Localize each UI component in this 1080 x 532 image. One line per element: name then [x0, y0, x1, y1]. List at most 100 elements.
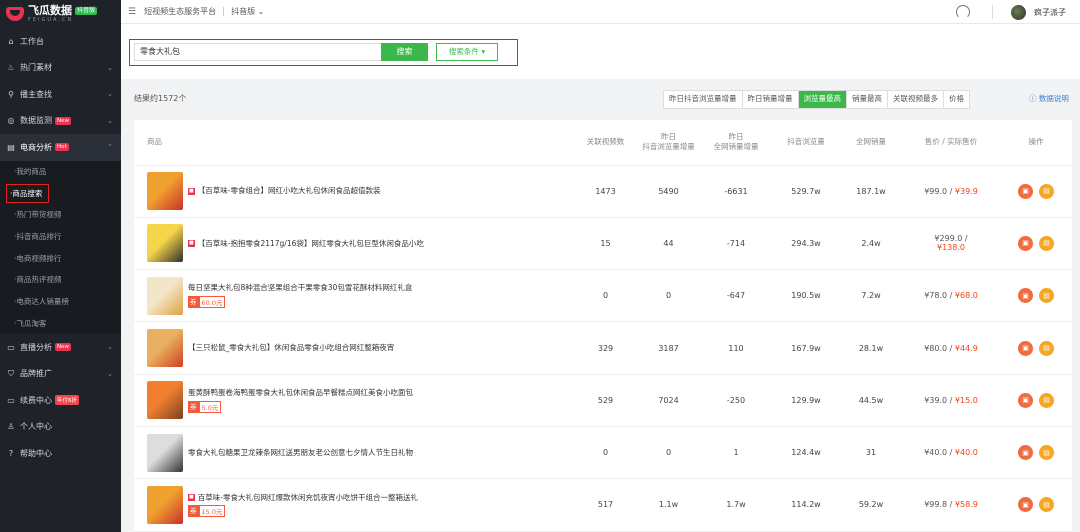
- analysis-icon[interactable]: ▤: [1039, 183, 1054, 199]
- shop-bag-icon[interactable]: ▣: [1018, 445, 1033, 461]
- sidebar-subitem[interactable]: ·热门带货视频: [0, 203, 121, 226]
- price-cell: ¥39.0 / ¥15.0: [902, 374, 1000, 427]
- product-cell: ■ 【百草味-零食组合】网红小吃大礼包休闲食品超值款装: [134, 165, 574, 218]
- sidebar-item[interactable]: ⛉ 品牌推广 ⌄: [0, 361, 121, 388]
- product-thumbnail[interactable]: [147, 485, 183, 524]
- sort-tab[interactable]: 昨日销量增量: [743, 91, 799, 108]
- avatar[interactable]: [1011, 4, 1026, 20]
- monitor-icon: ◎: [7, 116, 15, 126]
- table-row[interactable]: 每日坚果大礼包8种混合坚果组合干果零食30包雪花酥材料网红礼盒券 60.0元 0 0-…: [134, 269, 1072, 323]
- product-thumbnail[interactable]: [147, 381, 183, 420]
- analysis-icon[interactable]: ▤: [1039, 288, 1054, 304]
- analysis-icon[interactable]: ▤: [1039, 392, 1054, 408]
- search-input[interactable]: [134, 42, 382, 61]
- product-thumbnail[interactable]: [147, 224, 183, 263]
- shop-bag-icon[interactable]: ▣: [1018, 183, 1033, 199]
- shop-bag-icon[interactable]: ▣: [1018, 288, 1033, 304]
- shop-bag-icon[interactable]: ▣: [1018, 497, 1033, 513]
- coupon-value: 5.0元: [198, 400, 222, 413]
- product-title[interactable]: 蛋黄酥鸭蛋卷海鸭蛋零食大礼包休闲食品早餐糕点网红美食小吃面包: [188, 388, 413, 398]
- table-row[interactable]: ■ 百草味-零食大礼包网红爆款休闲充饥夜宵小吃饼干组合一整箱送礼券 15.0元 517…: [134, 478, 1072, 532]
- analysis-icon[interactable]: ▤: [1039, 340, 1054, 356]
- sidebar-item[interactable]: ◎ 数据监测 New ⌄: [0, 108, 121, 135]
- cell-sales: 44.5w: [840, 374, 902, 427]
- sidebar-item[interactable]: ⌂ 工作台: [0, 28, 121, 55]
- chevron-down-icon: ⌄: [107, 116, 113, 125]
- analysis-icon[interactable]: ▤: [1039, 497, 1054, 513]
- cell-sales-inc: -250: [700, 374, 772, 427]
- table-row[interactable]: 零食大礼包糖果卫龙辣条网红送男朋友老公创意七夕情人节生日礼物 0 0 1 124.4w 3…: [134, 426, 1072, 480]
- sidebar-subitem[interactable]: ·商品搜索: [0, 182, 121, 204]
- table-row[interactable]: ■ 【百草味-抱抱零食2117g/16袋】网红零食大礼包巨型休闲食品小吃 15 44-…: [134, 217, 1072, 271]
- brand-sub: FEIGUA.CN: [28, 17, 74, 23]
- sidebar-item[interactable]: ▭ 续费中心 年付6折: [0, 387, 121, 414]
- cell-views: 114.2w: [772, 478, 840, 532]
- edition-switcher[interactable]: 抖音版 ⌄: [231, 6, 264, 17]
- sort-tab[interactable]: 昨日抖音浏览量增量: [664, 91, 743, 108]
- product-title[interactable]: ■ 百草味-零食大礼包网红爆款休闲充饥夜宵小吃饼干组合一整箱送礼: [188, 493, 418, 503]
- divider: |: [222, 6, 226, 17]
- product-thumbnail[interactable]: [147, 172, 183, 211]
- sidebar-item[interactable]: ⚲ 播主查找 ⌄: [0, 81, 121, 108]
- sort-tab[interactable]: 关联视频最多: [888, 91, 944, 108]
- search-button[interactable]: 搜索: [381, 42, 428, 61]
- table-row[interactable]: ■ 【百草味-零食组合】网红小吃大礼包休闲食品超值款装 1473 5490 -6631 5…: [134, 165, 1072, 218]
- cell-sales-inc: -647: [700, 269, 772, 323]
- product-title[interactable]: ■ 【百草味-零食组合】网红小吃大礼包休闲食品超值款装: [188, 186, 380, 196]
- price-cell: ¥80.0 / ¥44.9: [902, 321, 1000, 375]
- product-thumbnail[interactable]: [147, 276, 183, 315]
- cell-sales-inc: 1: [700, 426, 772, 480]
- sidebar-item[interactable]: ▭ 直播分析 New ⌄: [0, 334, 121, 361]
- sidebar-subitem[interactable]: ·飞瓜淘客: [0, 312, 121, 334]
- analysis-icon[interactable]: ▤: [1039, 445, 1054, 461]
- tmall-badge-icon: ■: [188, 188, 195, 195]
- sort-tab[interactable]: 价格: [944, 91, 969, 108]
- product-thumbnail[interactable]: [147, 329, 183, 368]
- sidebar-item[interactable]: ♨ 热门素材 ⌄: [0, 55, 121, 82]
- menu-icon[interactable]: ☰: [128, 7, 136, 17]
- original-price: ¥99.0 /: [924, 186, 953, 196]
- product-title[interactable]: 每日坚果大礼包8种混合坚果组合干果零食30包雪花酥材料网红礼盒: [188, 283, 412, 293]
- search-box: 搜索 搜索条件 ▾: [129, 39, 518, 66]
- sidebar-item[interactable]: ♙ 个人中心: [0, 414, 121, 441]
- sidebar-subitem-label: 商品热评视频: [16, 275, 62, 285]
- data-help-link[interactable]: ⓘ 数据说明: [1029, 93, 1069, 104]
- original-price: ¥299.0 /: [934, 234, 968, 244]
- sidebar-subitem-label: 电商视频排行: [16, 253, 62, 263]
- shop-bag-icon[interactable]: ▣: [1018, 392, 1033, 408]
- cell-videos: 329: [574, 321, 637, 375]
- username[interactable]: 疯子派子: [1034, 7, 1066, 18]
- sidebar-subitem[interactable]: ·商品热评视频: [0, 268, 121, 291]
- analysis-icon[interactable]: ▤: [1039, 235, 1054, 251]
- shop-bag-icon[interactable]: ▣: [1018, 235, 1033, 251]
- product-title-text: 【百草味-抱抱零食2117g/16袋】网红零食大礼包巨型休闲食品小吃: [197, 238, 424, 248]
- product-title[interactable]: 零食大礼包糖果卫龙辣条网红送男朋友老公创意七夕情人节生日礼物: [188, 448, 413, 458]
- cell-view-inc: 0: [637, 426, 700, 480]
- sidebar-item[interactable]: ? 帮助中心: [0, 440, 121, 467]
- headset-icon[interactable]: [956, 5, 970, 19]
- sidebar-subitem[interactable]: ·电商达人销量榜: [0, 290, 121, 313]
- column-header: 售价 / 实际售价: [902, 120, 1000, 166]
- sidebar-subitem[interactable]: ·我的商品: [0, 160, 121, 183]
- cell-sales: 2.4w: [840, 217, 902, 271]
- product-thumbnail[interactable]: [147, 433, 183, 472]
- price-cell: ¥78.0 / ¥68.0: [902, 269, 1000, 323]
- table-row[interactable]: 【三只松鼠_零食大礼包】休闲食品零食小吃组合网红整箱夜宵 329 3187 110 16…: [134, 321, 1072, 375]
- sort-tab[interactable]: 销量最高: [847, 91, 888, 108]
- sidebar-subitem[interactable]: ·抖音商品排行: [0, 225, 121, 248]
- search-conditions-button[interactable]: 搜索条件 ▾: [436, 42, 498, 61]
- product-title[interactable]: 【三只松鼠_零食大礼包】休闲食品零食小吃组合网红整箱夜宵: [188, 343, 394, 353]
- search-conditions-label: 搜索条件: [448, 47, 479, 56]
- cell-view-inc: 7024: [637, 374, 700, 427]
- actions-cell: ▣ ▤: [1000, 217, 1072, 271]
- cell-view-inc: 5490: [637, 165, 700, 218]
- sort-tab[interactable]: 浏览量最高: [798, 91, 847, 108]
- product-title[interactable]: ■ 【百草味-抱抱零食2117g/16袋】网红零食大礼包巨型休闲食品小吃: [188, 239, 424, 249]
- sidebar-subitem-label: 飞瓜淘客: [16, 318, 47, 328]
- logo[interactable]: 飞瓜数据 抖音版 FEIGUA.CN: [0, 0, 121, 28]
- sidebar-item[interactable]: ▤ 电商分析 Hot ⌃: [0, 134, 121, 161]
- table-row[interactable]: 蛋黄酥鸭蛋卷海鸭蛋零食大礼包休闲食品早餐糕点网红美食小吃面包券 5.0元 529 70…: [134, 374, 1072, 427]
- sidebar-subitem[interactable]: ·电商视频排行: [0, 247, 121, 269]
- cell-videos: 517: [574, 478, 637, 532]
- shop-bag-icon[interactable]: ▣: [1018, 340, 1033, 356]
